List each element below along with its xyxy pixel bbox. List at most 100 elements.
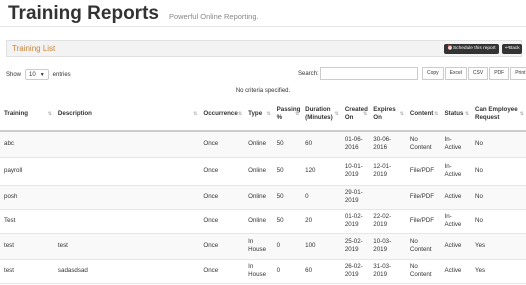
- export-buttons: Copy Excel CSV PDF Print: [422, 67, 526, 80]
- column-header-label: Expires On: [373, 105, 396, 121]
- column-header[interactable]: Type ⇅: [244, 97, 273, 132]
- sort-icon: ⇅: [266, 110, 271, 117]
- export-button-excel[interactable]: Excel: [444, 67, 467, 80]
- export-button-pdf[interactable]: PDF: [489, 67, 510, 80]
- table-cell: [369, 185, 406, 210]
- page-title: Training Reports: [8, 3, 159, 24]
- table-cell: [53, 131, 200, 158]
- table-cell: 60: [301, 259, 341, 284]
- table-cell: test: [0, 259, 54, 284]
- export-button-print[interactable]: Print: [510, 67, 526, 80]
- table-cell: No: [471, 209, 526, 234]
- export-button-copy[interactable]: Copy: [422, 67, 444, 80]
- table-cell: Once: [199, 209, 245, 234]
- column-header-label: Content: [409, 109, 434, 117]
- table-cell: Active: [440, 185, 472, 210]
- column-header-label: Duration (Minutes): [305, 105, 333, 121]
- page-header: Training Reports Powerful Online Reporti…: [8, 3, 259, 25]
- table-cell: File/PDF: [405, 209, 441, 234]
- sort-icon: ⇅: [47, 110, 52, 117]
- sort-icon: ⇅: [519, 110, 524, 117]
- table-cell: In House: [244, 259, 273, 284]
- table-cell: No: [471, 157, 526, 186]
- table-row[interactable]: test test Once In House 0 100 25-02-2019 10-03-…: [0, 233, 526, 260]
- column-header-label: Occurrence: [203, 109, 238, 117]
- export-button-csv[interactable]: CSV: [467, 67, 489, 80]
- table-cell: File/PDF: [405, 157, 441, 186]
- column-header[interactable]: Occurrence ⇅: [199, 97, 245, 132]
- header-divider: [0, 26, 526, 27]
- table-cell: [53, 209, 200, 234]
- table-cell: 50: [272, 209, 302, 234]
- entries-select[interactable]: 10 ▼: [25, 69, 49, 80]
- table-cell: 0: [301, 185, 341, 210]
- table-cell: 50: [272, 185, 302, 210]
- column-header[interactable]: Status ⇅: [440, 97, 472, 132]
- sort-icon: ⇅: [334, 110, 339, 117]
- table-cell: In-Active: [440, 157, 472, 186]
- table-cell: In-Active: [440, 209, 472, 234]
- table-cell: 0: [272, 259, 302, 284]
- table-row[interactable]: posh Once Online 50 0 29-01-2019 File/PDF Activ…: [0, 185, 526, 210]
- table-cell: 22-02-2019: [369, 209, 406, 234]
- column-header[interactable]: Expires On ⇅: [369, 97, 406, 132]
- table-cell: Once: [199, 157, 245, 186]
- table-cell: File/PDF: [405, 185, 441, 210]
- table-row[interactable]: payroll Once Online 50 120 10-01-2019 12-01-20…: [0, 157, 526, 186]
- table-cell: 25-02-2019: [340, 233, 370, 260]
- sort-icon: ⇅: [399, 110, 404, 117]
- table-cell: 30-06-2016: [369, 131, 406, 158]
- panel-heading: Training List ⏰Schedule this report ↩Bac…: [6, 40, 522, 57]
- search-label: Search:: [298, 71, 319, 77]
- table-cell: 20: [301, 209, 341, 234]
- table-cell: 01-06-2016: [340, 131, 370, 158]
- table-row[interactable]: test sadasdsad Once In House 0 60 26-02-2019 31…: [0, 259, 526, 284]
- chevron-down-icon: ▼: [39, 71, 45, 78]
- column-header-label: Can Employee Request: [475, 105, 518, 121]
- table-cell: 0: [272, 233, 302, 260]
- table-row[interactable]: Test Once Online 50 20 01-02-2019 22-02-2019 Fi…: [0, 209, 526, 234]
- table-cell: Once: [199, 259, 245, 284]
- table-cell: Yes: [471, 259, 526, 284]
- sort-icon: ⇅: [193, 110, 198, 117]
- table-cell: No Content: [405, 131, 441, 158]
- sort-icon: ⇅: [294, 110, 300, 117]
- column-header[interactable]: Description ⇅: [53, 97, 200, 132]
- column-header[interactable]: Passing % ⇅: [272, 97, 302, 132]
- table-cell: 60: [301, 131, 341, 158]
- table-cell: posh: [0, 185, 54, 210]
- column-header[interactable]: Created On ⇅: [340, 97, 370, 132]
- table-cell: No Content: [405, 233, 441, 260]
- table-cell: 10-01-2019: [340, 157, 370, 186]
- column-header[interactable]: Can Employee Request ⇅: [471, 97, 526, 132]
- table-cell: [53, 185, 200, 210]
- entries-label: entries: [52, 71, 71, 78]
- schedule-report-button[interactable]: ⏰Schedule this report: [444, 44, 499, 54]
- table-cell: No Content: [405, 259, 441, 284]
- search-input[interactable]: [320, 67, 418, 80]
- table-cell: 10-03-2019: [369, 233, 406, 260]
- entries-select-value: 10: [29, 71, 36, 78]
- show-label: Show: [6, 71, 22, 78]
- table-cell: 100: [301, 233, 341, 260]
- panel-title: Training List: [12, 44, 56, 53]
- table-cell: 01-02-2019: [340, 209, 370, 234]
- table-cell: Active: [440, 233, 472, 260]
- table-cell: No: [471, 185, 526, 210]
- sort-icon: ⇅: [464, 110, 470, 117]
- column-header[interactable]: Training ⇅: [0, 97, 54, 132]
- column-header[interactable]: Content ⇅: [405, 97, 441, 132]
- table-cell: payroll: [0, 157, 54, 186]
- back-button[interactable]: ↩Back: [502, 44, 522, 54]
- page-subtitle: Powerful Online Reporting.: [168, 12, 259, 21]
- table-cell: 31-03-2019: [369, 259, 406, 284]
- table-cell: 29-01-2019: [340, 185, 370, 210]
- column-header[interactable]: Duration (Minutes) ⇅: [301, 97, 341, 132]
- no-criteria-message: No criteria specified.: [235, 88, 291, 94]
- table-cell: [53, 157, 200, 186]
- entries-length-control: Show 10 ▼ entries: [6, 69, 71, 80]
- table-cell: Active: [440, 259, 472, 284]
- table-cell: test: [0, 233, 54, 260]
- table-cell: 12-01-2019: [369, 157, 406, 186]
- table-row[interactable]: abc Once Online 50 60 01-06-2016 30-06-2016 No …: [0, 131, 526, 158]
